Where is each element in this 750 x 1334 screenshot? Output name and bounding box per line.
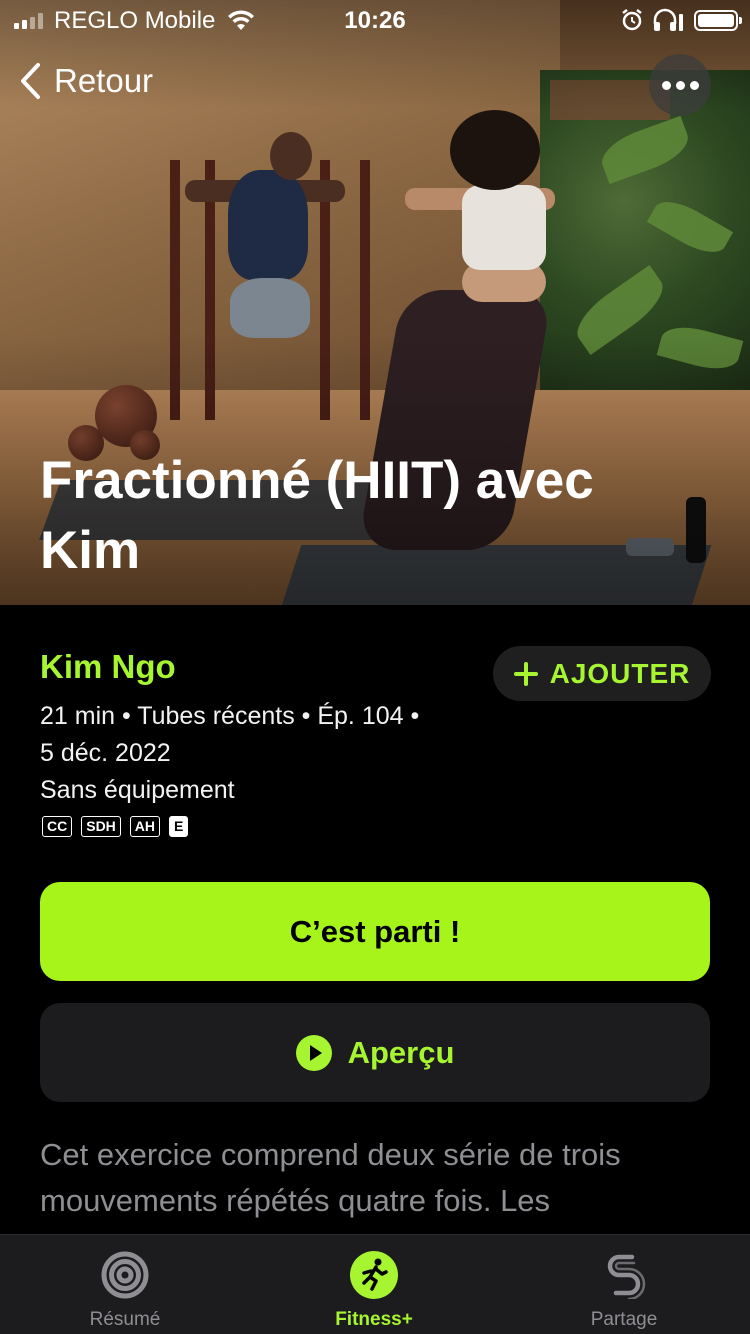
explicit-badge: E [169,816,189,837]
start-label: C’est parti ! [289,913,461,949]
add-to-library-button[interactable]: AJOUTER [493,646,711,701]
start-workout-button[interactable]: C’est parti ! [40,882,710,981]
plus-icon [513,661,538,686]
back-label: Retour [54,62,154,99]
trainer-name[interactable]: Kim Ngo [40,648,176,686]
chevron-left-icon [21,63,40,99]
add-label: AJOUTER [549,657,691,689]
back-button[interactable]: Retour [18,62,153,100]
workout-meta: 21 min • Tubes récents • Ép. 104 • 5 déc… [40,698,470,772]
more-options-button[interactable] [649,54,711,116]
tab-label: Résumé [89,1309,161,1330]
sdh-badge: SDH [81,816,121,837]
tab-partage[interactable]: Partage [499,1235,749,1334]
meta-date: 5 déc. 2022 [40,739,171,767]
tab-bar: Résumé Fitness+ Partage [0,1234,750,1334]
preview-button[interactable]: Aperçu [40,1003,710,1102]
workout-description: Cet exercice comprend deux série de troi… [40,1137,709,1234]
ellipsis-icon [689,80,699,90]
sharing-icon [607,1254,646,1299]
equipment-label: Sans équipement [40,776,235,804]
meta-line: 21 min • Tubes récents • Ép. 104 • [40,702,420,730]
activity-rings-icon [101,1251,149,1299]
tab-label: Partage [590,1309,658,1330]
cc-badge: CC [42,816,73,837]
preview-label: Aperçu [347,1034,455,1070]
alarm-icon [622,9,642,31]
tab-fitness-plus[interactable]: Fitness+ [249,1235,499,1334]
accessibility-badges: CC SDH AH E [42,816,189,837]
workout-title: Fractionné (HIIT) avec Kim [40,451,594,580]
tab-label: Fitness+ [335,1309,413,1330]
ah-badge: AH [129,816,161,837]
battery-icon [694,10,742,31]
play-icon [295,1034,332,1071]
ellipsis-icon [661,80,671,90]
running-figure-icon [350,1251,398,1299]
ellipsis-icon [675,80,685,90]
tab-resume[interactable]: Résumé [0,1235,250,1334]
status-bar: REGLO Mobile 10:26 [0,0,750,42]
headphones-icon [653,8,683,31]
